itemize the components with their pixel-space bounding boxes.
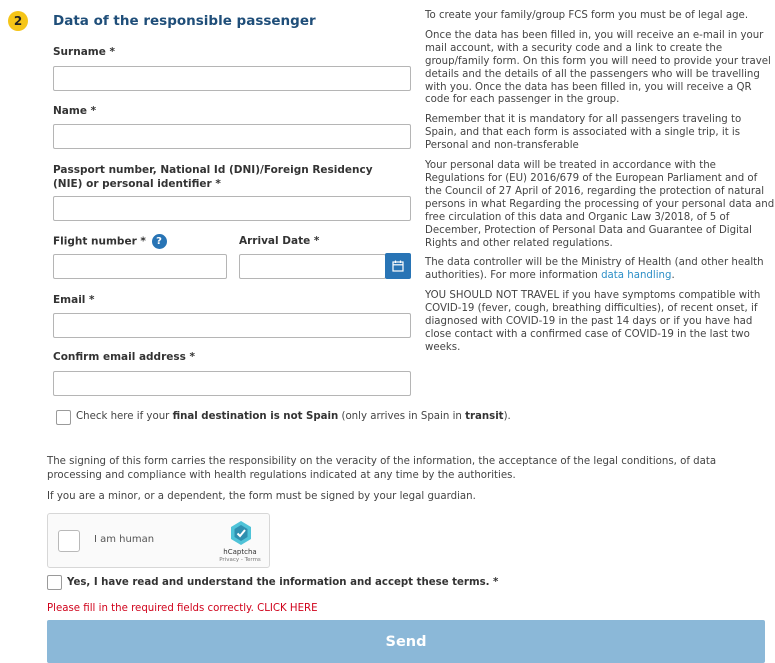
calendar-button[interactable] — [385, 253, 411, 279]
calendar-icon — [392, 260, 404, 272]
flight-number-label: Flight number * ? — [53, 234, 167, 249]
email-input[interactable] — [53, 313, 411, 338]
step-badge: 2 — [8, 11, 28, 31]
surname-label: Surname * — [53, 46, 115, 58]
name-input[interactable] — [53, 124, 411, 149]
passport-label: Passport number, National Id (DNI)/Forei… — [53, 164, 373, 190]
captcha-links[interactable]: Privacy - Terms — [218, 557, 262, 563]
guardian-text: If you are a minor, or a dependent, the … — [47, 491, 476, 502]
info-travel-warning: YOU SHOULD NOT TRAVEL if you have sympto… — [425, 290, 761, 353]
passport-input[interactable] — [53, 196, 411, 221]
confirm-email-label: Confirm email address * — [53, 351, 196, 363]
arrival-date-input[interactable] — [239, 254, 386, 279]
transit-label: Check here if your final destination is … — [76, 411, 511, 422]
confirm-email-input[interactable] — [53, 371, 411, 396]
section-title: Data of the responsible passenger — [53, 13, 316, 29]
help-icon[interactable]: ? — [151, 234, 167, 249]
terms-checkbox[interactable] — [47, 575, 62, 590]
flight-number-input[interactable] — [53, 254, 227, 279]
captcha-label: I am human — [94, 534, 155, 545]
transit-checkbox[interactable] — [56, 410, 71, 425]
error-message[interactable]: Please fill in the required fields corre… — [47, 603, 318, 614]
email-label: Email * — [53, 294, 95, 306]
name-label: Name * — [53, 105, 97, 117]
info-email-process: Once the data has been filled in, you wi… — [425, 29, 771, 106]
hcaptcha-logo-icon — [231, 521, 251, 545]
info-data-controller: The data controller will be the Ministry… — [425, 257, 764, 282]
data-handling-link[interactable]: data handling — [601, 270, 671, 281]
info-data-protection: Your personal data will be treated in ac… — [425, 160, 775, 249]
info-legal-age: To create your family/group FCS form you… — [425, 10, 749, 21]
captcha-widget: I am human hCaptcha Privacy - Terms — [47, 513, 270, 568]
send-button[interactable]: Send — [47, 620, 765, 663]
info-panel: To create your family/group FCS form you… — [425, 10, 775, 362]
captcha-checkbox[interactable] — [58, 530, 80, 552]
terms-label: Yes, I have read and understand the info… — [67, 577, 499, 588]
captcha-brand: hCaptcha — [223, 548, 257, 556]
flight-number-label-text: Flight number * — [53, 235, 146, 248]
legal-text: The signing of this form carries the res… — [47, 456, 717, 481]
info-mandatory: Remember that it is mandatory for all pa… — [425, 114, 742, 152]
arrival-date-label: Arrival Date * — [239, 235, 320, 247]
surname-input[interactable] — [53, 66, 411, 91]
